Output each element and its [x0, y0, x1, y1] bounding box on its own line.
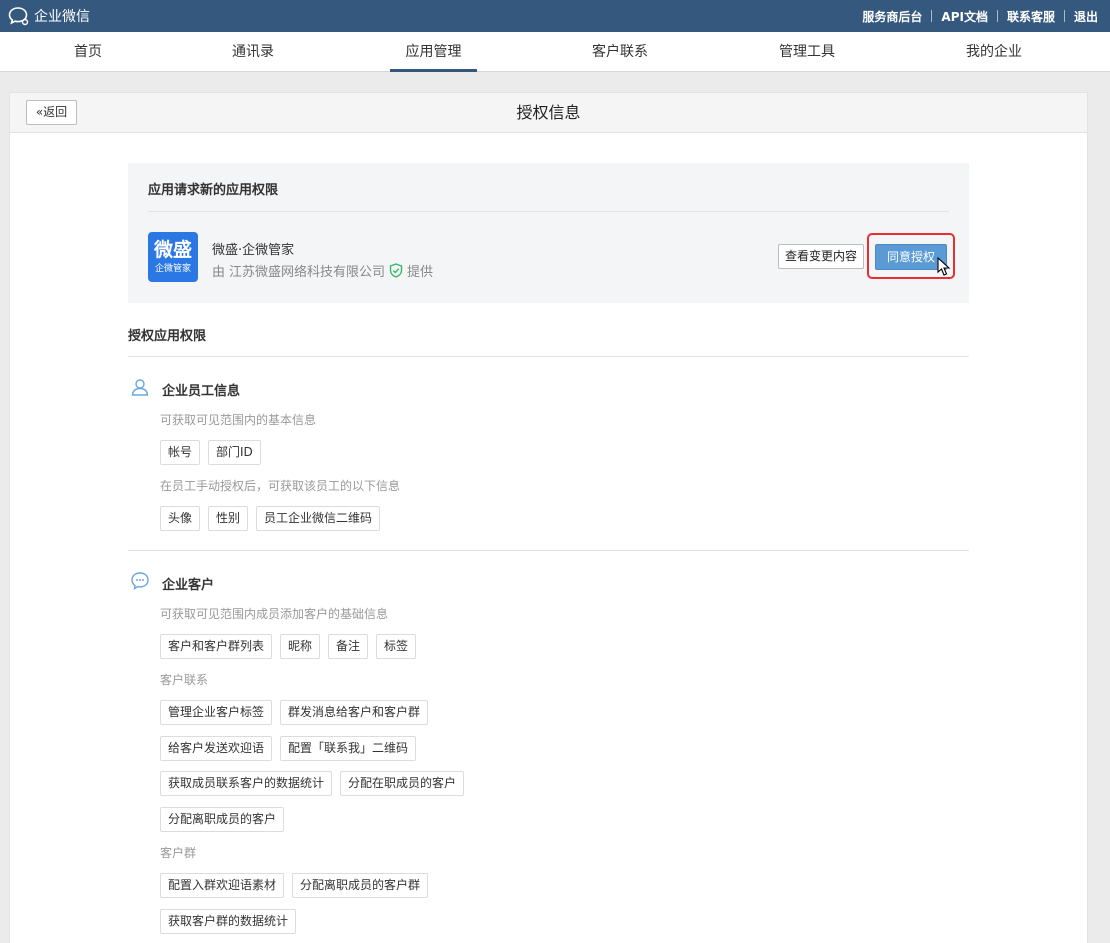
- page-title: 授权信息: [516, 103, 581, 122]
- permission-tag: 分配离职成员的客户: [160, 807, 285, 832]
- provider-suffix: 提供: [407, 265, 434, 280]
- separator: [931, 10, 933, 22]
- permission-tag: 备注: [328, 634, 369, 659]
- permission-tag: 标签: [376, 634, 417, 659]
- logo-text: 企业微信: [34, 9, 90, 25]
- app-icon-subtext: 企微管家: [154, 264, 191, 274]
- permission-tag: 获取客户群的数据统计: [160, 909, 297, 934]
- customer-basic-desc: 可获取可见范围内成员添加客户的基础信息: [160, 607, 389, 621]
- permission-request-card: 应用请求新的应用权限 微盛 企微管家 微盛·企微管家 由 江苏微盛网络科技有限公…: [128, 163, 969, 303]
- nav-my-enterprise[interactable]: 我的企业: [954, 32, 1034, 72]
- chat-bubble-icon: [8, 7, 29, 26]
- customer-contact-tags: 分配离职成员的客户: [160, 807, 285, 832]
- permission-tag: 给客户发送欢迎语: [160, 736, 273, 761]
- divider: [128, 550, 969, 551]
- agree-highlight-box: 同意授权: [867, 233, 955, 279]
- customer-basic-tags: 客户和客户群列表 昵称 备注 标签: [160, 634, 417, 659]
- back-label: 返回: [43, 105, 68, 119]
- customer-title: 企业客户: [162, 578, 215, 593]
- permission-tag: 员工企业微信二维码: [256, 506, 381, 531]
- permission-tag: 分配在职成员的客户: [340, 771, 465, 796]
- top-links: 服务商后台 API文档 联系客服 退出: [862, 0, 1098, 32]
- api-docs-link[interactable]: API文档: [941, 8, 988, 25]
- permission-tag: 客户和客户群列表: [160, 634, 273, 659]
- employee-info-title: 企业员工信息: [162, 384, 241, 399]
- customer-group-desc: 客户群: [160, 846, 197, 860]
- contact-support-link[interactable]: 联系客服: [1007, 8, 1055, 25]
- logout-link[interactable]: 退出: [1074, 8, 1098, 25]
- customer-contact-tags: 获取成员联系客户的数据统计 分配在职成员的客户: [160, 771, 465, 796]
- customer-contact-desc: 客户联系: [160, 673, 209, 687]
- nav-customer-contact[interactable]: 客户联系: [580, 32, 660, 72]
- view-changes-button[interactable]: 查看变更内容: [778, 244, 864, 269]
- nav-contacts[interactable]: 通讯录: [213, 32, 293, 72]
- verified-shield-icon: [389, 263, 403, 278]
- employee-authorized-desc: 在员工手动授权后，可获取该员工的以下信息: [160, 479, 401, 493]
- authorization-panel: 授权信息 «返回 应用请求新的应用权限 微盛 企微管家 微盛·企微管家 由 江苏…: [9, 92, 1088, 943]
- employee-authorized-tags: 头像 性别 员工企业微信二维码: [160, 506, 381, 531]
- permission-tag: 获取成员联系客户的数据统计: [160, 771, 333, 796]
- customer-group-tags: 获取客户群的数据统计: [160, 909, 297, 934]
- separator: [1063, 10, 1065, 22]
- employee-basic-desc: 可获取可见范围内的基本信息: [160, 413, 317, 427]
- permission-tag: 配置入群欢迎语素材: [160, 873, 285, 898]
- request-title: 应用请求新的应用权限: [148, 183, 279, 198]
- customer-contact-tags: 管理企业客户标签 群发消息给客户和客户群: [160, 700, 429, 725]
- top-bar: 企业微信 服务商后台 API文档 联系客服 退出: [0, 0, 1110, 32]
- provider-name: 江苏微盛网络科技有限公司: [229, 265, 386, 280]
- logo[interactable]: 企业微信: [8, 6, 90, 26]
- separator: [996, 10, 998, 22]
- back-button[interactable]: «返回: [26, 100, 77, 125]
- permission-tag: 配置「联系我」二维码: [280, 736, 417, 761]
- permission-tag: 管理企业客户标签: [160, 700, 273, 725]
- permission-tag: 部门ID: [208, 440, 261, 465]
- provider-prefix: 由: [212, 265, 226, 280]
- permission-tag: 分配离职成员的客户群: [292, 873, 429, 898]
- nav-management-tools[interactable]: 管理工具: [767, 32, 847, 72]
- permission-tag: 帐号: [160, 440, 201, 465]
- nav-home[interactable]: 首页: [48, 32, 128, 72]
- app-name: 微盛·企微管家: [212, 243, 295, 258]
- permission-tag: 群发消息给客户和客户群: [280, 700, 429, 725]
- customer-contact-tags: 给客户发送欢迎语 配置「联系我」二维码: [160, 736, 417, 761]
- main-nav: 首页 通讯录 应用管理 客户联系 管理工具 我的企业: [0, 32, 1110, 72]
- divider: [128, 356, 969, 357]
- app-icon: 微盛 企微管家: [148, 232, 198, 282]
- service-provider-link[interactable]: 服务商后台: [862, 8, 922, 25]
- mouse-pointer-icon: [937, 257, 951, 276]
- app-icon-text: 微盛: [153, 239, 192, 261]
- divider: [148, 211, 949, 212]
- permission-tag: 昵称: [280, 634, 321, 659]
- permission-tag: 头像: [160, 506, 201, 531]
- permissions-heading: 授权应用权限: [128, 329, 207, 344]
- app-provider: 由 江苏微盛网络科技有限公司 提供: [212, 261, 433, 280]
- employee-basic-tags: 帐号 部门ID: [160, 440, 261, 465]
- permission-tag: 性别: [208, 506, 249, 531]
- user-icon: [131, 379, 149, 396]
- customer-group-tags: 配置入群欢迎语素材 分配离职成员的客户群: [160, 873, 429, 898]
- panel-header: 授权信息 «返回: [10, 93, 1087, 133]
- chat-smile-icon: [131, 572, 149, 590]
- nav-app-management[interactable]: 应用管理: [390, 32, 477, 72]
